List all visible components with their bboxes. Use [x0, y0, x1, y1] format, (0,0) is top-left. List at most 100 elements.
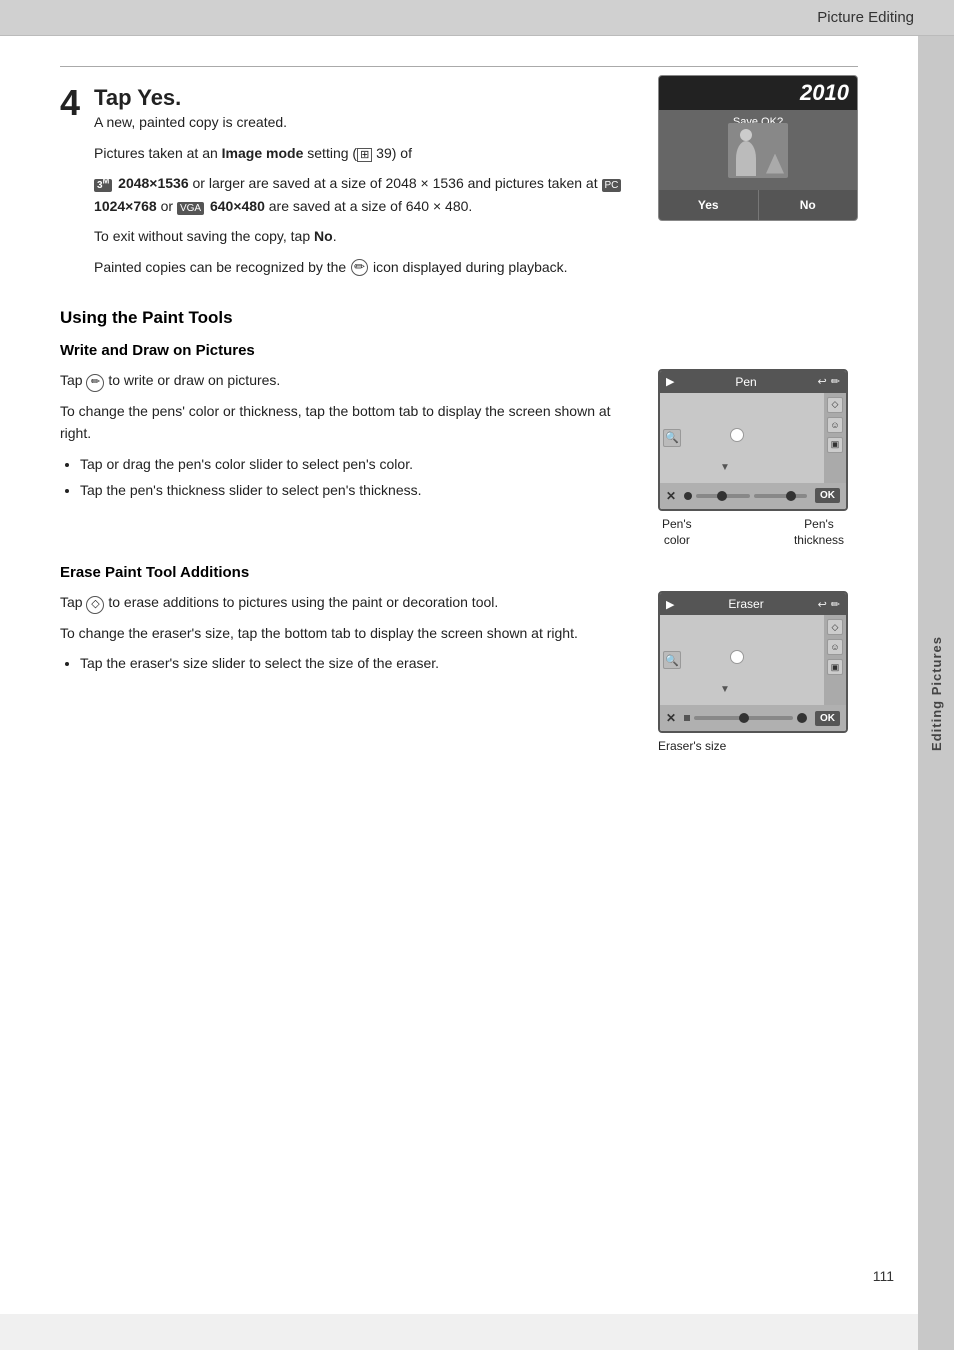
pen-arrow: ▼ — [720, 462, 730, 473]
pen-pencil-icon: ✏ — [831, 375, 840, 388]
pen-color-dot — [684, 492, 692, 500]
top-rule — [60, 66, 858, 67]
pen-thickness-slider[interactable] — [754, 494, 807, 498]
cam-yes-btn[interactable]: Yes — [659, 190, 759, 220]
vga-icon: VGA — [177, 202, 204, 215]
write-draw-section: Write and Draw on Pictures Tap ✏ to writ… — [60, 342, 858, 548]
step4-desc5: Painted copies can be recognized by the … — [94, 256, 858, 278]
book-icon: ⊞ — [357, 148, 372, 162]
sidebar-label: Editing Pictures — [929, 636, 944, 751]
camera-screenshot: 2010 Save OK? Yes No — [658, 75, 858, 221]
step-content: 2010 Save OK? Yes No Tap Yes. — [94, 85, 858, 286]
cam-figure — [728, 123, 788, 178]
eraser-size-label-row: Eraser's size — [658, 739, 858, 753]
erase-area: Tap ◇ to erase additions to pictures usi… — [60, 591, 858, 753]
pen-dot — [730, 428, 744, 442]
size-3m: 3M 2048×1536 — [94, 175, 189, 191]
pencil-icon-inline: ✏ — [351, 259, 368, 276]
pen-ok-btn[interactable]: OK — [815, 488, 840, 503]
eraser-x-icon: ✕ — [666, 711, 676, 725]
pen-sidebar-icon1: ◇ — [827, 397, 843, 413]
eraser-play-icon: ▶ — [666, 598, 674, 611]
pen-labels: Pen's color Pen's thickness — [658, 517, 848, 548]
pen-x-icon: ✕ — [666, 489, 676, 503]
step-title-bold: Yes — [137, 85, 175, 110]
eraser-size-slider[interactable] — [694, 716, 793, 720]
write-draw-desc2: To change the pens' color or thickness, … — [60, 400, 638, 445]
eraser-body: 🔍 ▼ ◇ ☺ ▣ — [660, 615, 846, 705]
cam-no-btn[interactable]: No — [759, 190, 858, 220]
pen-thickness-label: Pen's thickness — [794, 517, 844, 548]
write-draw-bullets: Tap or drag the pen's color slider to se… — [80, 453, 638, 502]
pen-play-icon: ▶ — [666, 375, 674, 388]
cam-bottom: Yes No — [659, 190, 857, 220]
pen-sidebar-icon3: ▣ — [827, 437, 843, 453]
erase-desc2: To change the eraser's size, tap the bot… — [60, 622, 638, 644]
eraser-large-dot — [797, 713, 807, 723]
page-container: Picture Editing Editing Pictures 4 2010 … — [0, 0, 954, 1314]
write-draw-heading: Write and Draw on Pictures — [60, 342, 858, 359]
erase-heading: Erase Paint Tool Additions — [60, 564, 858, 581]
main-content: 4 2010 Save OK? Yes No — [0, 36, 918, 793]
eraser-ok-btn[interactable]: OK — [815, 711, 840, 726]
write-draw-area: Tap ✏ to write or draw on pictures. To c… — [60, 369, 858, 548]
cam-boat-figure — [766, 154, 784, 174]
erase-bullets: Tap the eraser's size slider to select t… — [80, 652, 638, 674]
eraser-sidebar-icon1: ◇ — [827, 619, 843, 635]
pen-color-slider[interactable] — [696, 494, 749, 498]
step4-desc4: To exit without saving the copy, tap No. — [94, 225, 858, 247]
eraser-size-thumb[interactable] — [739, 713, 749, 723]
paint-tools-section: Using the Paint Tools — [60, 308, 858, 328]
pen-body: 🔍 ▼ ◇ ☺ ▣ — [660, 393, 846, 483]
eraser-diagram-col: ▶ Eraser ↩ ✏ 🔍 ▼ ◇ — [658, 591, 858, 753]
eraser-pencil-icon: ✏ — [831, 598, 840, 611]
pen-sidebar-icon2: ☺ — [827, 417, 843, 433]
step-4-row: 4 2010 Save OK? Yes No — [60, 85, 858, 286]
pen-ui-box: ▶ Pen ↩ ✏ 🔍 ▼ ◇ — [658, 369, 848, 511]
step-title-prefix: Tap — [94, 85, 137, 110]
page-title: Picture Editing — [817, 9, 914, 26]
pen-thickness-thumb[interactable] — [786, 491, 796, 501]
eraser-left-icon: 🔍 — [663, 651, 681, 669]
eraser-icon-inline: ◇ — [86, 596, 104, 614]
eraser-label: Eraser — [728, 597, 763, 611]
no-label: No — [314, 228, 333, 244]
pen-back-icon: ↩ — [818, 375, 827, 388]
eraser-dot — [730, 650, 744, 664]
eraser-ui-box: ▶ Eraser ↩ ✏ 🔍 ▼ ◇ — [658, 591, 848, 733]
eraser-back-icon: ↩ — [818, 598, 827, 611]
erase-desc1: Tap ◇ to erase additions to pictures usi… — [60, 591, 638, 614]
cam-year: 2010 — [659, 76, 857, 110]
size-640: 640×480 — [210, 198, 265, 214]
step-title-suffix: . — [175, 85, 181, 110]
pen-color-thumb[interactable] — [717, 491, 727, 501]
eraser-topbar-icons: ↩ ✏ — [818, 598, 840, 611]
erase-section: Erase Paint Tool Additions Tap ◇ to eras… — [60, 564, 858, 753]
bullet-eraser-size: Tap the eraser's size slider to select t… — [80, 652, 638, 674]
eraser-small-dot — [684, 715, 690, 721]
pen-diagram-col: ▶ Pen ↩ ✏ 🔍 ▼ ◇ — [658, 369, 858, 548]
pen-topbar: ▶ Pen ↩ ✏ — [660, 371, 846, 393]
erase-text: Tap ◇ to erase additions to pictures usi… — [60, 591, 638, 683]
pen-topbar-icons: ↩ ✏ — [818, 375, 840, 388]
pen-sidebar: ◇ ☺ ▣ — [824, 393, 846, 483]
bullet-thickness: Tap the pen's thickness slider to select… — [80, 479, 638, 501]
eraser-bottom: ✕ OK — [660, 705, 846, 731]
image-mode-label: Image mode — [222, 145, 304, 161]
cam-person-figure — [736, 141, 756, 176]
pc-icon: PC — [602, 179, 622, 192]
right-sidebar: Editing Pictures — [918, 36, 954, 1350]
eraser-topbar: ▶ Eraser ↩ ✏ — [660, 593, 846, 615]
eraser-arrow: ▼ — [720, 684, 730, 695]
pen-color-label: Pen's color — [662, 517, 692, 548]
write-draw-desc1: Tap ✏ to write or draw on pictures. — [60, 369, 638, 392]
cam-middle: Save OK? — [659, 110, 857, 190]
eraser-sidebar: ◇ ☺ ▣ — [824, 615, 846, 705]
eraser-size-label: Eraser's size — [658, 739, 726, 753]
page-number: 111 — [873, 1268, 894, 1284]
eraser-sidebar-icon2: ☺ — [827, 639, 843, 655]
pen-left-icon: 🔍 — [663, 429, 681, 447]
step-number: 4 — [60, 85, 80, 121]
write-draw-text: Tap ✏ to write or draw on pictures. To c… — [60, 369, 638, 509]
pen-label: Pen — [735, 375, 756, 389]
